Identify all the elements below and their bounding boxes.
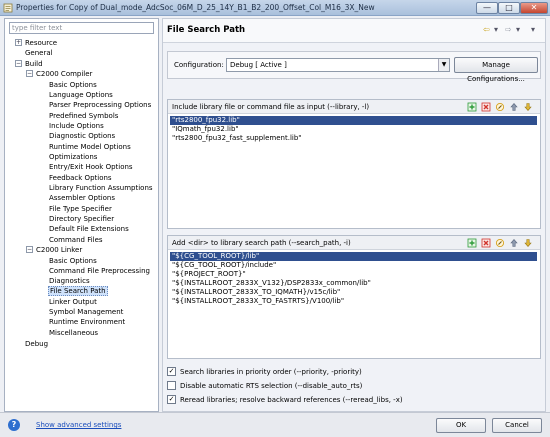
tree-item-linker-basic-options[interactable]: Basic Options — [49, 256, 97, 266]
tree-item-debug[interactable]: Debug — [25, 339, 48, 349]
library-list-panel: Include library file or command file as … — [167, 99, 541, 229]
expand-resource-icon[interactable]: + — [15, 39, 22, 46]
ok-button[interactable]: OK — [436, 418, 486, 433]
close-window-button[interactable]: ✕ — [520, 2, 548, 14]
tree-item-compiler-basic-options[interactable]: Basic Options — [49, 80, 97, 90]
tree-item-resource[interactable]: Resource — [25, 38, 57, 48]
reread-libraries-label: Reread libraries; resolve backward refer… — [180, 396, 403, 404]
tree-item-linker-output[interactable]: Linker Output — [49, 297, 97, 307]
view-menu-icon[interactable]: ▾ — [531, 25, 535, 34]
tree-item-runtime-environment[interactable]: Runtime Environment — [49, 317, 125, 327]
configuration-value: Debug [ Active ] — [230, 61, 287, 69]
tree-item-directory-specifier[interactable]: Directory Specifier — [49, 214, 114, 224]
tree-item-build[interactable]: Build — [25, 59, 43, 69]
collapse-compiler-icon[interactable]: − — [26, 70, 33, 77]
tree-item-general[interactable]: General — [25, 48, 53, 58]
tree-item-command-file-preprocessing[interactable]: Command File Preprocessing — [49, 266, 150, 276]
tree-item-feedback-options[interactable]: Feedback Options — [49, 173, 112, 183]
tree-item-runtime-model-options[interactable]: Runtime Model Options — [49, 142, 131, 152]
forward-history-menu-icon[interactable]: ▾ — [516, 25, 520, 34]
tree-item-parser-preprocessing-options[interactable]: Parser Preprocessing Options — [49, 100, 151, 110]
tree-item-diagnostic-options[interactable]: Diagnostic Options — [49, 131, 115, 141]
search-path-list-item[interactable]: "${INSTALLROOT_2833X_V132}/DSP2833x_comm… — [170, 279, 371, 288]
tree-item-default-file-extensions[interactable]: Default File Extensions — [49, 224, 129, 234]
library-list-item[interactable]: "rts2800_fpu32.lib" — [170, 116, 537, 125]
library-list-header: Include library file or command file as … — [168, 100, 540, 114]
move-down-icon[interactable] — [523, 238, 533, 248]
tree-item-file-type-specifier[interactable]: File Type Specifier — [49, 204, 112, 214]
help-icon[interactable]: ? — [8, 419, 20, 431]
back-arrow-icon[interactable]: ⇦ — [483, 25, 490, 34]
disable-auto-rts-label: Disable automatic RTS selection (--disab… — [180, 382, 363, 390]
page-header: File Search Path ⇦ ▾ ⇨ ▾ ▾ — [163, 19, 545, 43]
reread-libraries-checkbox[interactable]: ✓ — [167, 395, 176, 404]
tree-item-c2000-linker[interactable]: C2000 Linker — [36, 245, 82, 255]
tree-item-command-files[interactable]: Command Files — [49, 235, 103, 245]
move-up-icon[interactable] — [509, 238, 519, 248]
search-priority-label: Search libraries in priority order (--pr… — [180, 368, 362, 376]
tree-item-assembler-options[interactable]: Assembler Options — [49, 193, 115, 203]
collapse-build-icon[interactable]: − — [15, 60, 22, 67]
delete-icon[interactable] — [481, 102, 491, 112]
library-list-item[interactable]: "IQmath_fpu32.lib" — [170, 125, 239, 134]
dialog-footer: ? Show advanced settings OK Cancel — [0, 412, 550, 437]
minimize-button[interactable]: — — [476, 2, 498, 14]
show-advanced-settings-link[interactable]: Show advanced settings — [36, 421, 121, 429]
forward-arrow-icon[interactable]: ⇨ — [505, 25, 512, 34]
collapse-linker-icon[interactable]: − — [26, 246, 33, 253]
search-priority-checkbox[interactable]: ✓ — [167, 367, 176, 376]
move-up-icon[interactable] — [509, 102, 519, 112]
settings-tree: + Resource General − Build − C2000 Compi… — [4, 18, 159, 412]
library-list-title: Include library file or command file as … — [172, 103, 370, 111]
maximize-button[interactable]: □ — [498, 2, 520, 14]
disable-auto-rts-checkbox[interactable] — [167, 381, 176, 390]
tree-item-symbol-management[interactable]: Symbol Management — [49, 307, 123, 317]
window-title: Properties for Copy of Dual_mode_AdcSoc_… — [16, 3, 375, 12]
manage-configurations-button[interactable]: Manage Configurations... — [454, 57, 538, 83]
dropdown-arrow-icon[interactable]: ▼ — [438, 59, 449, 71]
search-path-list-item[interactable]: "${INSTALLROOT_2833X_TO_IQMATH}/v15c/lib… — [170, 288, 340, 297]
tree-item-c2000-compiler[interactable]: C2000 Compiler — [36, 69, 92, 79]
library-list-item[interactable]: "rts2800_fpu32_fast_supplement.lib" — [170, 134, 302, 143]
tree-item-language-options[interactable]: Language Options — [49, 90, 113, 100]
search-path-list-item[interactable]: "${CG_TOOL_ROOT}/include" — [170, 261, 276, 270]
configuration-label: Configuration: — [174, 61, 224, 69]
search-path-list-item[interactable]: "${INSTALLROOT_2833X_TO_FASTRTS}/V100/li… — [170, 297, 344, 306]
tree-item-include-options[interactable]: Include Options — [49, 121, 104, 131]
edit-icon[interactable] — [495, 238, 505, 248]
filter-input[interactable] — [9, 22, 154, 34]
page-title: File Search Path — [167, 25, 246, 35]
tree-item-optimizations[interactable]: Optimizations — [49, 152, 97, 162]
search-path-list-title: Add <dir> to library search path (--sear… — [172, 239, 351, 247]
configuration-select[interactable]: Debug [ Active ] ▼ — [226, 58, 450, 72]
move-down-icon[interactable] — [523, 102, 533, 112]
search-path-list-panel: Add <dir> to library search path (--sear… — [167, 235, 541, 359]
delete-icon[interactable] — [481, 238, 491, 248]
search-path-list-item[interactable]: "${PROJECT_ROOT}" — [170, 270, 246, 279]
edit-icon[interactable] — [495, 102, 505, 112]
add-icon[interactable] — [467, 238, 477, 248]
tree-item-predefined-symbols[interactable]: Predefined Symbols — [49, 111, 118, 121]
tree-item-file-search-path[interactable]: File Search Path — [48, 286, 108, 296]
tree-item-entry-exit-hook-options[interactable]: Entry/Exit Hook Options — [49, 162, 133, 172]
properties-icon — [3, 3, 13, 13]
back-history-menu-icon[interactable]: ▾ — [494, 25, 498, 34]
property-page: File Search Path ⇦ ▾ ⇨ ▾ ▾ Configuration… — [162, 18, 546, 412]
search-path-list-item[interactable]: "${CG_TOOL_ROOT}/lib" — [170, 252, 537, 261]
title-bar: Properties for Copy of Dual_mode_AdcSoc_… — [0, 0, 550, 16]
tree-item-diagnostics[interactable]: Diagnostics — [49, 276, 90, 286]
add-icon[interactable] — [467, 102, 477, 112]
search-path-list-header: Add <dir> to library search path (--sear… — [168, 236, 540, 250]
cancel-button[interactable]: Cancel — [492, 418, 542, 433]
configuration-group: Configuration: Debug [ Active ] ▼ Manage… — [167, 51, 541, 83]
tree-item-miscellaneous[interactable]: Miscellaneous — [49, 328, 98, 338]
tree-item-library-function-assumptions[interactable]: Library Function Assumptions — [49, 183, 153, 193]
